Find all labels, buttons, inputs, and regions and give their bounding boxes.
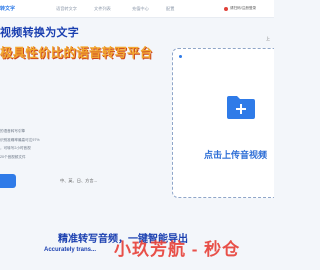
hero-slogan: 极具性价比的语音转写平台: [0, 46, 153, 60]
card-dot: [179, 55, 182, 58]
hero-title: 视频转换为文字: [0, 27, 80, 39]
avatar-dot-icon: [224, 6, 228, 11]
feature-item: 的语音转写引擎: [0, 129, 26, 133]
upload-label[interactable]: 点击上传音视频: [204, 148, 267, 161]
login-label: 请扫码/注册登录: [230, 6, 257, 10]
supported-languages: 中、英、日、方言...: [60, 178, 97, 183]
site-logo[interactable]: 转文字: [0, 5, 15, 12]
feature-list: 的语音转写引擎 识别准确率最高可达97% ，可转写2小时音视 20个音视频文件: [0, 127, 40, 161]
upload-dropzone[interactable]: [172, 48, 274, 198]
nav-speech-to-text[interactable]: 语音转文字: [56, 6, 77, 12]
watermark-text: 小玖芳航 - 秒仓: [114, 240, 241, 259]
section-subtitle: Accurately trans...: [44, 247, 97, 253]
corner-label: 上: [266, 36, 270, 41]
start-button[interactable]: [0, 174, 16, 188]
top-navigation-bar: 转文字 语音转文字 文件列表 充值中心 配置 请扫码/注册登录: [0, 0, 274, 18]
feature-item: ，可转写2小时音视: [0, 146, 31, 150]
nav-file-list[interactable]: 文件列表: [94, 6, 111, 12]
nav-config[interactable]: 配置: [166, 6, 174, 12]
login-button[interactable]: 请扫码/注册登录: [224, 6, 256, 11]
folder-upload-icon[interactable]: [226, 94, 256, 120]
feature-item: 20个音视频文件: [0, 154, 26, 159]
feature-item: 识别准确率最高可达97%: [0, 137, 40, 142]
nav-recharge[interactable]: 充值中心: [132, 6, 149, 12]
